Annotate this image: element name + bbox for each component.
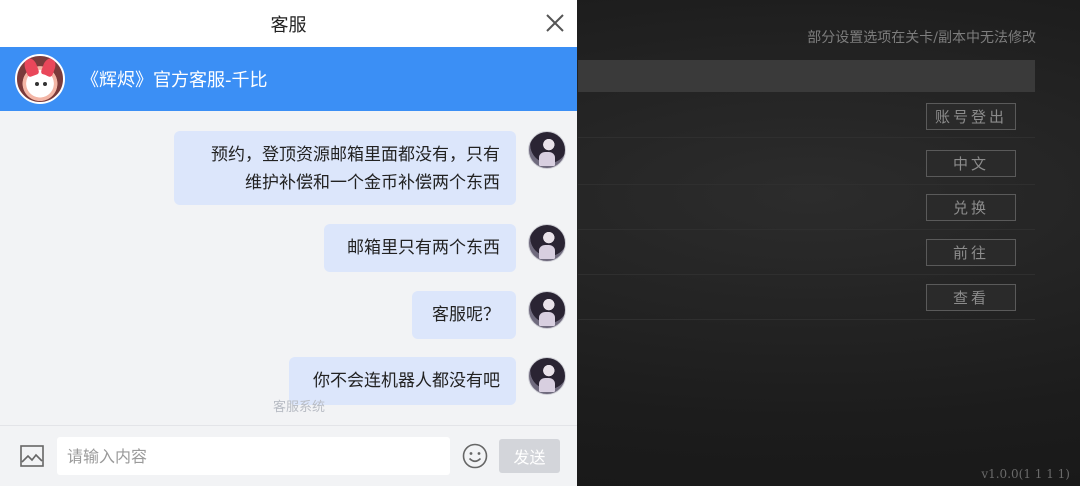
user-message-bubble: 邮箱里只有两个东西 xyxy=(324,224,516,272)
agent-name: 《辉烬》官方客服-千比 xyxy=(81,70,268,91)
version-label: v1.0.0(1 1 1 1) xyxy=(981,467,1070,481)
send-button[interactable]: 发送 xyxy=(499,439,560,473)
user-avatar xyxy=(528,131,566,169)
settings-divider xyxy=(578,229,1035,230)
agent-header: 《辉烬》官方客服-千比 xyxy=(0,47,577,111)
message-input[interactable] xyxy=(57,437,450,475)
user-message-bubble: 预约，登顶资源邮箱里面都没有，只有 维护补偿和一个金币补偿两个东西 xyxy=(174,131,516,205)
customer-service-panel: 客服 《辉烬》官方客服-千比 预约，登顶资源邮箱里面都没有，只有 维护补偿和一个… xyxy=(0,0,577,486)
agent-avatar xyxy=(15,54,65,104)
user-avatar xyxy=(528,357,566,395)
message-line: 预约，登顶资源邮箱里面都没有，只有 xyxy=(211,145,500,165)
user-avatar xyxy=(528,224,566,262)
logout-button[interactable]: 账号登出 xyxy=(926,103,1016,130)
close-icon[interactable] xyxy=(543,11,567,35)
system-watermark: 客服系统 xyxy=(273,400,326,415)
user-avatar xyxy=(528,291,566,329)
settings-divider xyxy=(578,274,1035,275)
emoji-icon[interactable] xyxy=(461,442,489,470)
settings-divider xyxy=(578,319,1035,320)
cs-title: 客服 xyxy=(270,14,307,36)
settings-divider xyxy=(578,137,1035,138)
user-message-bubble: 客服呢？ xyxy=(412,291,516,339)
cs-title-bar: 客服 xyxy=(0,0,577,47)
settings-header-bar xyxy=(578,60,1035,92)
language-button[interactable]: 中文 xyxy=(926,150,1016,177)
message-input-bar: 发送 xyxy=(0,425,577,486)
settings-notice: 部分设置选项在关卡/副本中无法修改 xyxy=(807,30,1036,46)
message-line: 客服呢？ xyxy=(432,305,500,325)
message-line: 邮箱里只有两个东西 xyxy=(347,238,500,258)
settings-divider xyxy=(578,184,1035,185)
redeem-button[interactable]: 兑换 xyxy=(926,194,1016,221)
goto-button[interactable]: 前往 xyxy=(926,239,1016,266)
message-line: 维护补偿和一个金币补偿两个东西 xyxy=(245,173,500,193)
image-icon[interactable] xyxy=(19,443,45,469)
chat-messages: 预约，登顶资源邮箱里面都没有，只有 维护补偿和一个金币补偿两个东西 邮箱里只有两… xyxy=(0,111,577,425)
message-line: 你不会连机器人都没有吧 xyxy=(313,371,500,391)
view-button[interactable]: 查看 xyxy=(926,284,1016,311)
